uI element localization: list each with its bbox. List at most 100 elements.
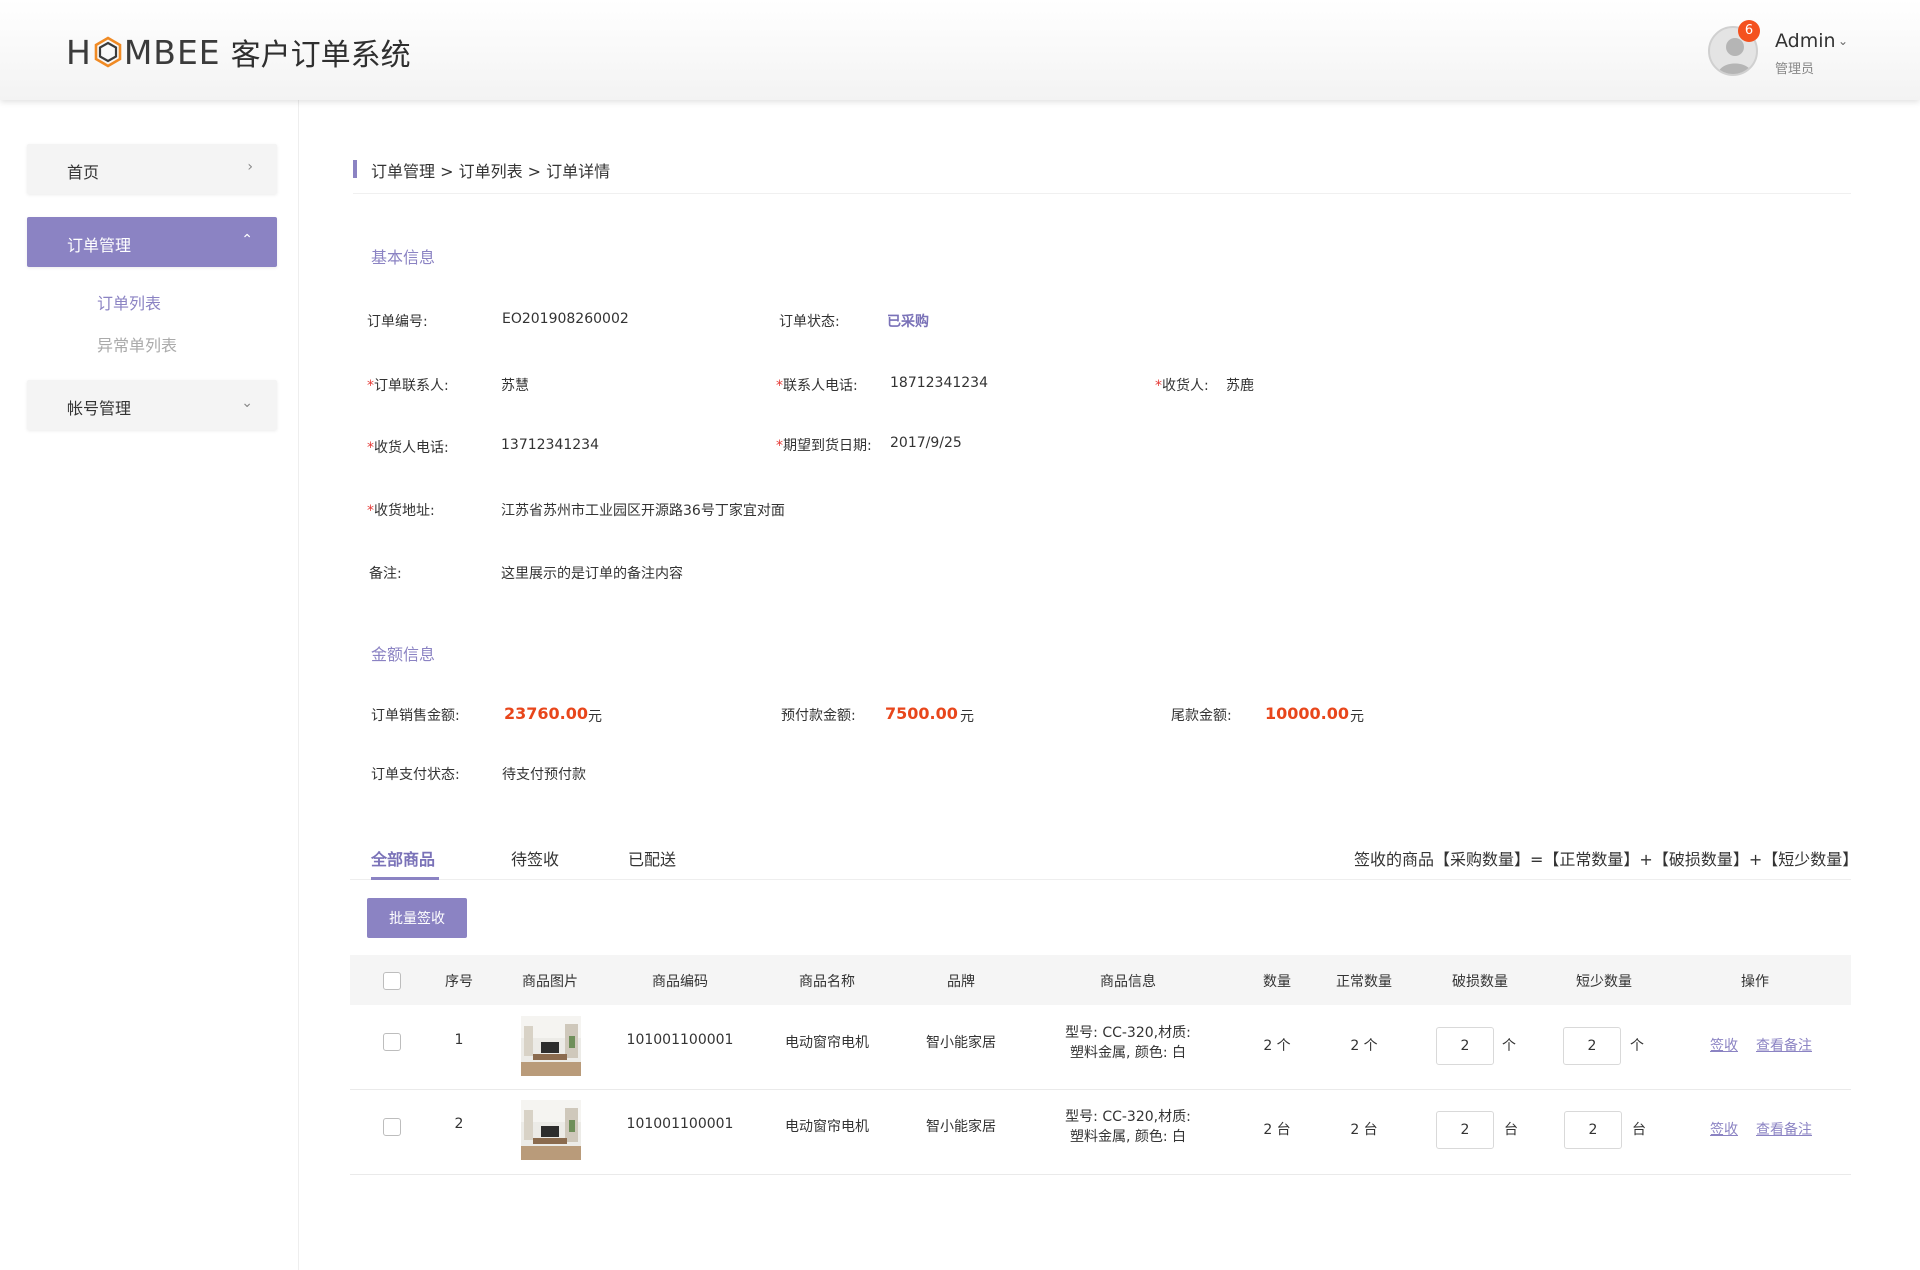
expected-date-label: *期望到货日期: bbox=[776, 438, 872, 454]
tab-all-products[interactable]: 全部商品 bbox=[371, 846, 435, 870]
receiver-label: *收货人: bbox=[1155, 378, 1209, 394]
breadcrumb-marker bbox=[353, 160, 357, 178]
column-header: 操作 bbox=[1741, 974, 1769, 990]
product-code: 101001100001 bbox=[626, 1032, 734, 1048]
column-header: 品牌 bbox=[947, 974, 975, 990]
receiver-phone-label: *收货人电话: bbox=[367, 440, 449, 456]
product-name: 电动窗帘电机 bbox=[785, 1035, 869, 1051]
product-info: 型号: CC-320,材质: 塑料金属, 颜色: 白 bbox=[1065, 1025, 1191, 1061]
room-photo-icon bbox=[521, 1016, 581, 1076]
sale-amount-value: 23760.00 bbox=[504, 704, 589, 723]
column-header: 短少数量 bbox=[1576, 974, 1632, 990]
sale-amount-label: 订单销售金额: bbox=[371, 708, 460, 724]
tab-delivered[interactable]: 已配送 bbox=[628, 846, 676, 870]
currency-unit: 元 bbox=[960, 709, 974, 725]
pay-status-value: 待支付预付款 bbox=[502, 767, 586, 783]
breadcrumb-bar: 订单管理 > 订单列表 > 订单详情 bbox=[353, 158, 1851, 194]
contact-label: *订单联系人: bbox=[367, 378, 449, 394]
required-mark: * bbox=[367, 503, 374, 519]
product-image[interactable] bbox=[521, 1100, 581, 1160]
damaged-unit: 台 bbox=[1504, 1122, 1518, 1138]
quantity: 2 个 bbox=[1263, 1038, 1291, 1054]
order-no-label: 订单编号: bbox=[367, 314, 428, 330]
column-header: 商品名称 bbox=[799, 974, 855, 990]
address-label: *收货地址: bbox=[367, 503, 435, 519]
logo-text-right: MBEE bbox=[123, 32, 221, 72]
damaged-quantity-input[interactable] bbox=[1436, 1111, 1494, 1149]
product-name: 电动窗帘电机 bbox=[785, 1119, 869, 1135]
user-role: 管理员 bbox=[1775, 62, 1815, 77]
currency-unit: 元 bbox=[588, 709, 602, 725]
required-mark: * bbox=[1155, 378, 1162, 394]
row-index: 2 bbox=[454, 1116, 464, 1132]
contact-phone-value: 18712341234 bbox=[890, 375, 988, 391]
notification-badge[interactable]: 6 bbox=[1738, 20, 1760, 42]
sidebar-item-home[interactable]: 首页 › bbox=[27, 144, 277, 194]
view-remark-link[interactable]: 查看备注 bbox=[1756, 1035, 1812, 1055]
sidebar: 首页 › 订单管理 ⌃ 订单列表 异常单列表 帐号管理 ⌄ bbox=[0, 100, 299, 1270]
sidebar-item-account-management[interactable]: 帐号管理 ⌄ bbox=[27, 380, 277, 430]
logo-text-left: H bbox=[66, 32, 92, 72]
sidebar-item-order-management[interactable]: 订单管理 ⌃ bbox=[27, 217, 277, 267]
column-header: 数量 bbox=[1263, 974, 1291, 990]
quantity: 2 台 bbox=[1263, 1122, 1291, 1138]
address-value: 江苏省苏州市工业园区开源路36号丁家宜对面 bbox=[501, 503, 785, 519]
balance-amount-value: 10000.00 bbox=[1265, 704, 1350, 723]
normal-quantity: 2 台 bbox=[1350, 1122, 1378, 1138]
room-photo-icon bbox=[521, 1100, 581, 1160]
breadcrumb[interactable]: 订单管理 > 订单列表 > 订单详情 bbox=[371, 158, 610, 182]
expected-date-value: 2017/9/25 bbox=[890, 435, 962, 451]
order-status-value: 已采购 bbox=[887, 314, 929, 330]
product-brand: 智小能家居 bbox=[926, 1119, 996, 1135]
column-header: 破损数量 bbox=[1452, 974, 1508, 990]
select-all-checkbox[interactable] bbox=[383, 972, 401, 990]
sidebar-subitem-exception-list[interactable]: 异常单列表 bbox=[97, 332, 177, 356]
short-quantity-input[interactable] bbox=[1564, 1111, 1622, 1149]
contact-phone-label: *联系人电话: bbox=[776, 378, 858, 394]
sign-link[interactable]: 签收 bbox=[1710, 1035, 1738, 1055]
product-info: 型号: CC-320,材质: 塑料金属, 颜色: 白 bbox=[1065, 1109, 1191, 1145]
required-mark: * bbox=[367, 440, 374, 456]
contact-value: 苏慧 bbox=[501, 378, 529, 394]
active-tab-indicator bbox=[371, 877, 439, 880]
view-remark-link[interactable]: 查看备注 bbox=[1756, 1119, 1812, 1139]
column-header: 正常数量 bbox=[1336, 974, 1392, 990]
chevron-up-icon: ⌃ bbox=[241, 232, 253, 248]
pay-status-label: 订单支付状态: bbox=[371, 767, 460, 783]
sidebar-item-label: 订单管理 bbox=[67, 236, 132, 255]
row-checkbox[interactable] bbox=[383, 1033, 401, 1051]
column-header: 商品图片 bbox=[522, 974, 578, 990]
column-header: 商品编码 bbox=[652, 974, 708, 990]
quantity-formula-note: 签收的商品【采购数量】=【正常数量】+【破损数量】+【短少数量】 bbox=[1354, 850, 1859, 869]
chevron-down-icon: ⌄ bbox=[241, 395, 253, 411]
logo[interactable]: H MBEE 客户订单系统 bbox=[66, 32, 411, 74]
tab-pending-receipt[interactable]: 待签收 bbox=[511, 846, 559, 870]
product-image[interactable] bbox=[521, 1016, 581, 1076]
hexagon-logo-icon bbox=[94, 36, 122, 68]
sidebar-item-label: 首页 bbox=[67, 163, 100, 182]
user-menu[interactable]: 6 Admin ⌄ 管理员 bbox=[1708, 20, 1908, 84]
receiver-value: 苏鹿 bbox=[1226, 378, 1254, 394]
basic-info-title: 基本信息 bbox=[371, 248, 436, 267]
table-row: 1 101001100001 电动窗帘电机 智小能家居 型号: CC-320,材… bbox=[350, 1005, 1851, 1090]
chevron-down-icon[interactable]: ⌄ bbox=[1838, 34, 1848, 48]
user-name[interactable]: Admin bbox=[1775, 30, 1836, 52]
table-row: 2 101001100001 电动窗帘电机 智小能家居 型号: CC-320,材… bbox=[350, 1090, 1851, 1175]
column-header: 序号 bbox=[445, 974, 473, 990]
system-title: 客户订单系统 bbox=[230, 38, 411, 73]
row-checkbox[interactable] bbox=[383, 1118, 401, 1136]
currency-unit: 元 bbox=[1350, 709, 1364, 725]
batch-sign-button[interactable]: 批量签收 bbox=[367, 898, 467, 938]
sidebar-subitem-order-list[interactable]: 订单列表 bbox=[97, 290, 161, 314]
sign-link[interactable]: 签收 bbox=[1710, 1119, 1738, 1139]
column-header: 商品信息 bbox=[1100, 974, 1156, 990]
short-unit: 台 bbox=[1632, 1122, 1646, 1138]
required-mark: * bbox=[367, 378, 374, 394]
balance-amount-label: 尾款金额: bbox=[1171, 708, 1232, 724]
short-quantity-input[interactable] bbox=[1563, 1027, 1621, 1065]
normal-quantity: 2 个 bbox=[1350, 1038, 1378, 1054]
remark-label: 备注: bbox=[369, 566, 402, 582]
sidebar-item-label: 帐号管理 bbox=[67, 399, 132, 418]
damaged-quantity-input[interactable] bbox=[1436, 1027, 1494, 1065]
chevron-right-icon: › bbox=[247, 159, 253, 175]
